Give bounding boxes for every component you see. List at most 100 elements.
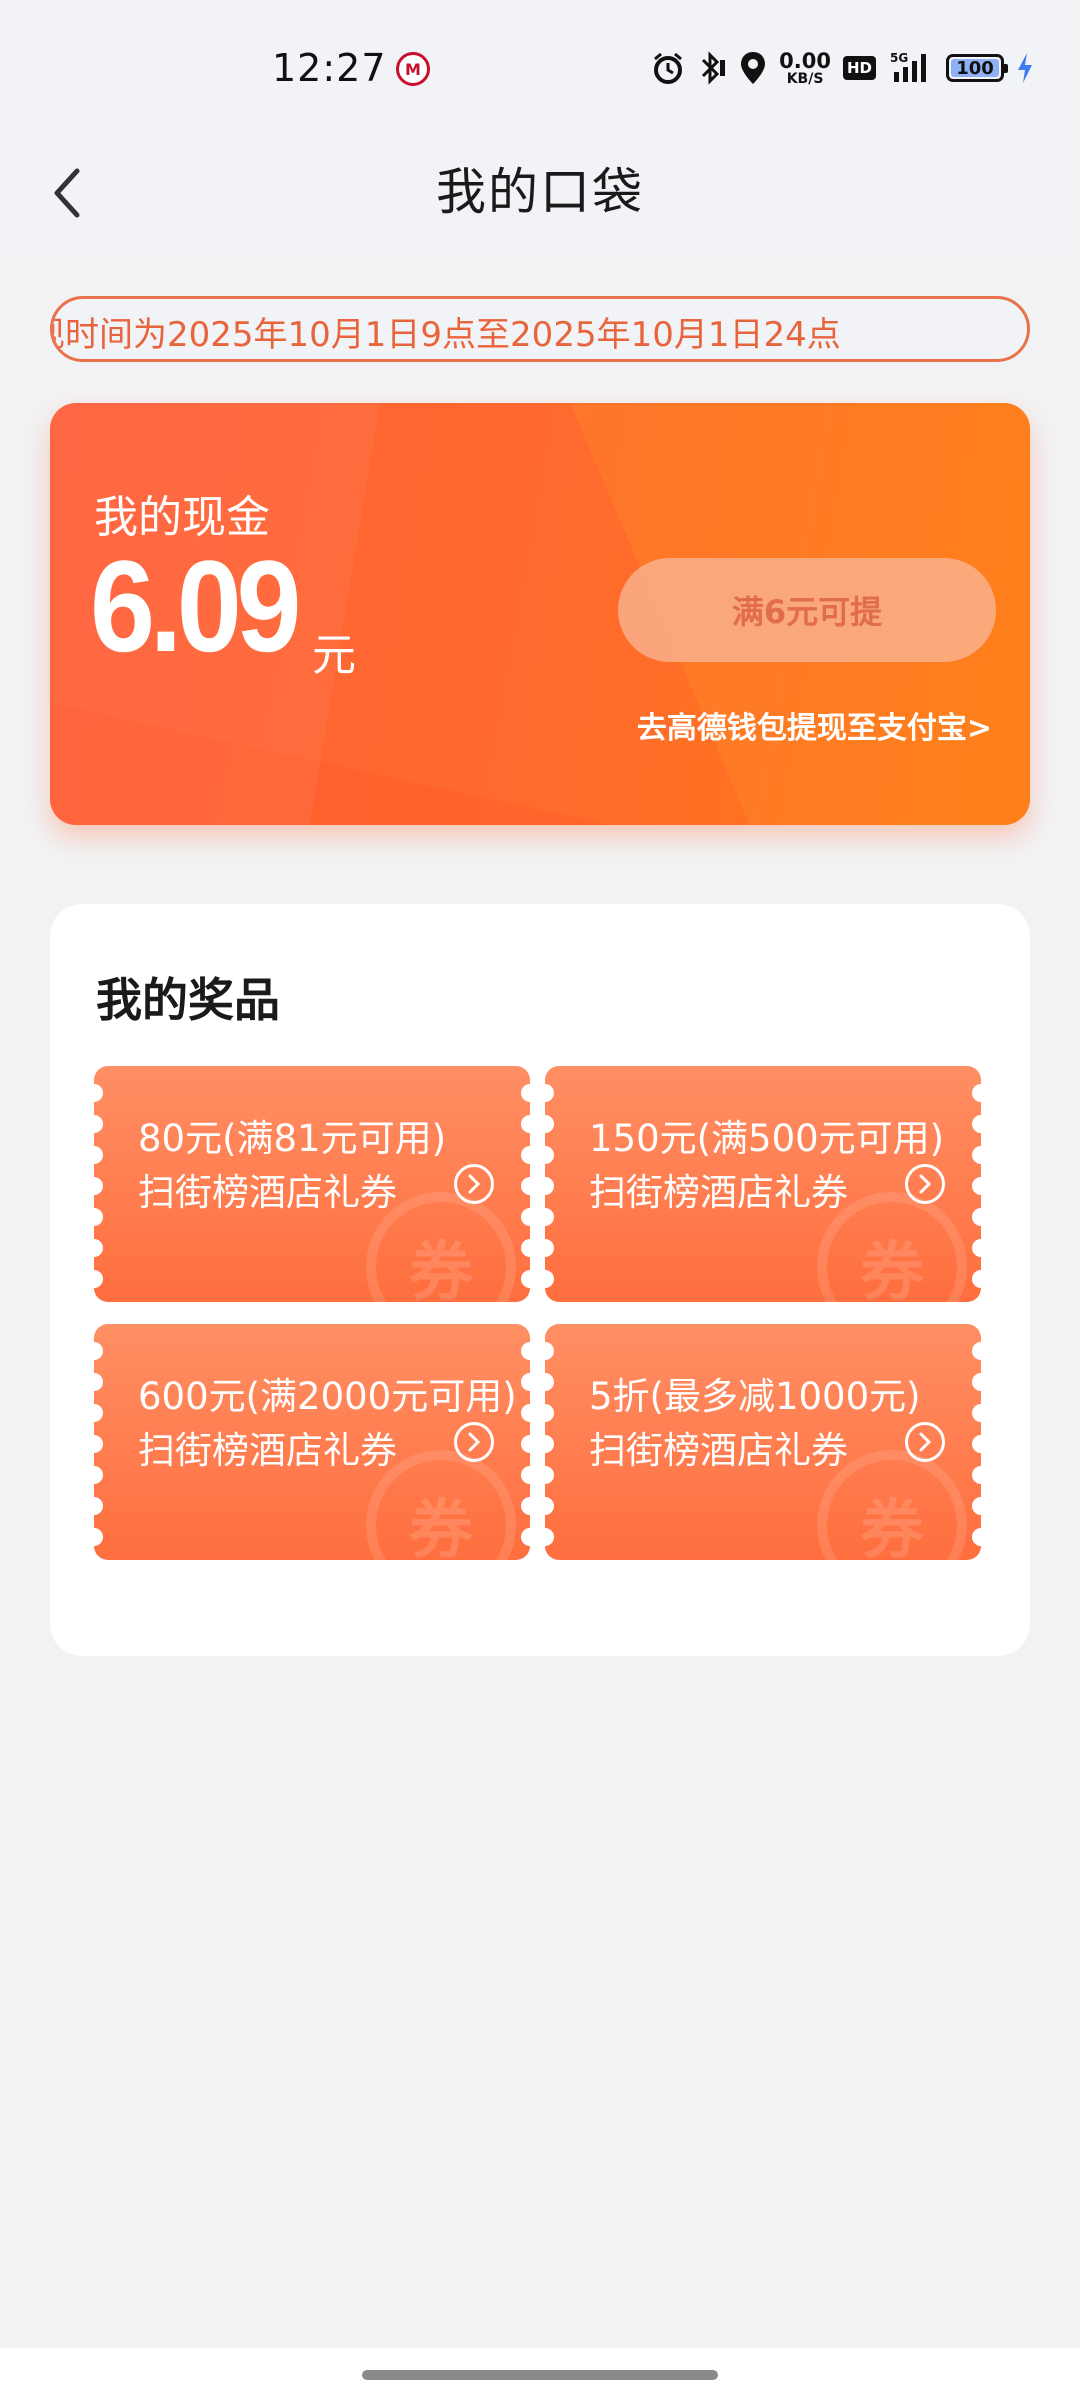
header: 我的口袋	[0, 140, 1080, 250]
coupon-notches-right	[520, 1066, 530, 1302]
coupon-notches-right	[520, 1324, 530, 1560]
coupon-notch	[972, 1466, 981, 1484]
bluetooth-icon	[697, 50, 727, 86]
gesture-bar	[0, 2348, 1080, 2400]
net-speed-value: 0.00	[779, 48, 831, 73]
coupon-notch	[545, 1466, 554, 1484]
coupon-notches-left	[94, 1324, 104, 1560]
coupon-notch	[94, 1270, 103, 1288]
signal-icon: 5G	[888, 50, 934, 86]
coupon-notches-right	[971, 1066, 981, 1302]
chevron-right-circle-icon	[454, 1422, 494, 1462]
coupon-notches-left	[545, 1066, 555, 1302]
coupon-notch	[94, 1208, 103, 1226]
coupon-notch	[94, 1497, 103, 1515]
coupon-notch	[972, 1497, 981, 1515]
coupon-notch	[94, 1146, 103, 1164]
coupon-notch	[972, 1373, 981, 1391]
coupon-notch	[94, 1115, 103, 1133]
coupon-notch	[521, 1342, 530, 1360]
coupon-notch	[545, 1146, 554, 1164]
coupon-notch	[545, 1084, 554, 1102]
coupon-notch	[972, 1239, 981, 1257]
coupon-amount: 5折(最多减1000元)	[589, 1375, 921, 1418]
coupon-notch	[545, 1404, 554, 1422]
coupon-notch	[521, 1115, 530, 1133]
alarm-icon	[651, 51, 685, 85]
coupon-notch	[94, 1177, 103, 1195]
coupon-notch	[521, 1497, 530, 1515]
coupon-notch	[545, 1239, 554, 1257]
coupon-notch	[972, 1146, 981, 1164]
svg-text:5G: 5G	[890, 51, 908, 65]
home-gesture-handle[interactable]	[362, 2370, 718, 2380]
coupon-notch	[94, 1342, 103, 1360]
wallet-withdraw-link[interactable]: 去高德钱包提现至支付宝>	[637, 703, 992, 747]
coupon-notch	[94, 1528, 103, 1546]
coupon-notch	[521, 1239, 530, 1257]
coupon-notch	[521, 1373, 530, 1391]
coupon-notch	[972, 1435, 981, 1453]
bank-app-icon: M	[396, 52, 430, 86]
coupon-notch	[94, 1404, 103, 1422]
coupon-name: 扫街榜酒店礼券	[138, 1429, 397, 1472]
coupon-notch	[972, 1528, 981, 1546]
coupon-notch	[521, 1208, 530, 1226]
prizes-section: 我的奖品 券 80元(满81元可用) 扫街榜酒店礼券 券 150元(满500元可…	[50, 904, 1030, 1656]
notice-text: 现时间为2025年10月1日9点至2025年10月1日24点	[50, 315, 841, 355]
coupon-card[interactable]: 券 150元(满500元可用) 扫街榜酒店礼券	[545, 1066, 981, 1302]
coupon-notch	[545, 1270, 554, 1288]
net-speed-unit: KB/S	[786, 70, 824, 87]
coupon-notch	[521, 1404, 530, 1422]
chevron-right-circle-icon	[905, 1164, 945, 1204]
coupon-notch	[545, 1342, 554, 1360]
coupon-notch	[972, 1084, 981, 1102]
coupon-name: 扫街榜酒店礼券	[138, 1171, 397, 1214]
hd-badge: HD	[842, 56, 876, 80]
coupon-notch	[521, 1146, 530, 1164]
coupon-notch	[94, 1435, 103, 1453]
battery-level: 100	[956, 57, 994, 79]
coupon-notch	[521, 1084, 530, 1102]
notice-marquee: 现时间为2025年10月1日9点至2025年10月1日24点	[50, 296, 1030, 362]
coupon-notch	[545, 1435, 554, 1453]
prizes-title: 我的奖品	[96, 973, 280, 1027]
coupon-notch	[545, 1177, 554, 1195]
coupon-notch	[972, 1404, 981, 1422]
cash-amount: 6.09	[90, 533, 302, 679]
cash-card: 我的现金 6.09 元 满6元可提 去高德钱包提现至支付宝>	[50, 403, 1030, 825]
coupon-card[interactable]: 券 5折(最多减1000元) 扫街榜酒店礼券	[545, 1324, 981, 1560]
coupon-notch	[521, 1528, 530, 1546]
coupon-notch	[94, 1373, 103, 1391]
coupon-notch	[545, 1208, 554, 1226]
coupon-notch	[972, 1208, 981, 1226]
coupon-amount: 80元(满81元可用)	[138, 1117, 447, 1160]
chevron-right-circle-icon	[454, 1164, 494, 1204]
status-time: 12:27	[272, 46, 387, 90]
coupon-notch	[545, 1497, 554, 1515]
coupon-amount: 150元(满500元可用)	[589, 1117, 945, 1160]
chevron-right-circle-icon	[905, 1422, 945, 1462]
coupon-card[interactable]: 券 600元(满2000元可用) 扫街榜酒店礼券	[94, 1324, 530, 1560]
status-bar: 12:27 M 0.00 KB/S HD 5G 100	[0, 0, 1080, 140]
coupon-notch	[94, 1084, 103, 1102]
coupon-notch	[94, 1239, 103, 1257]
coupon-notch	[972, 1342, 981, 1360]
withdraw-button[interactable]: 满6元可提	[618, 558, 996, 662]
status-icons: 0.00 KB/S HD 5G 100	[651, 48, 1034, 88]
coupon-notches-left	[545, 1324, 555, 1560]
coupon-amount: 600元(满2000元可用)	[138, 1375, 517, 1418]
location-icon	[739, 50, 767, 86]
coupon-notches-right	[971, 1324, 981, 1560]
coupon-notches-left	[94, 1066, 104, 1302]
battery-icon: 100	[946, 54, 1008, 82]
coupon-card[interactable]: 券 80元(满81元可用) 扫街榜酒店礼券	[94, 1066, 530, 1302]
coupon-notch	[972, 1177, 981, 1195]
cash-unit: 元	[312, 630, 356, 681]
coupon-notch	[521, 1177, 530, 1195]
coupon-notch	[521, 1270, 530, 1288]
charging-icon	[1016, 51, 1034, 85]
coupon-notch	[521, 1466, 530, 1484]
coupon-name: 扫街榜酒店礼券	[589, 1429, 848, 1472]
coupon-notch	[545, 1115, 554, 1133]
